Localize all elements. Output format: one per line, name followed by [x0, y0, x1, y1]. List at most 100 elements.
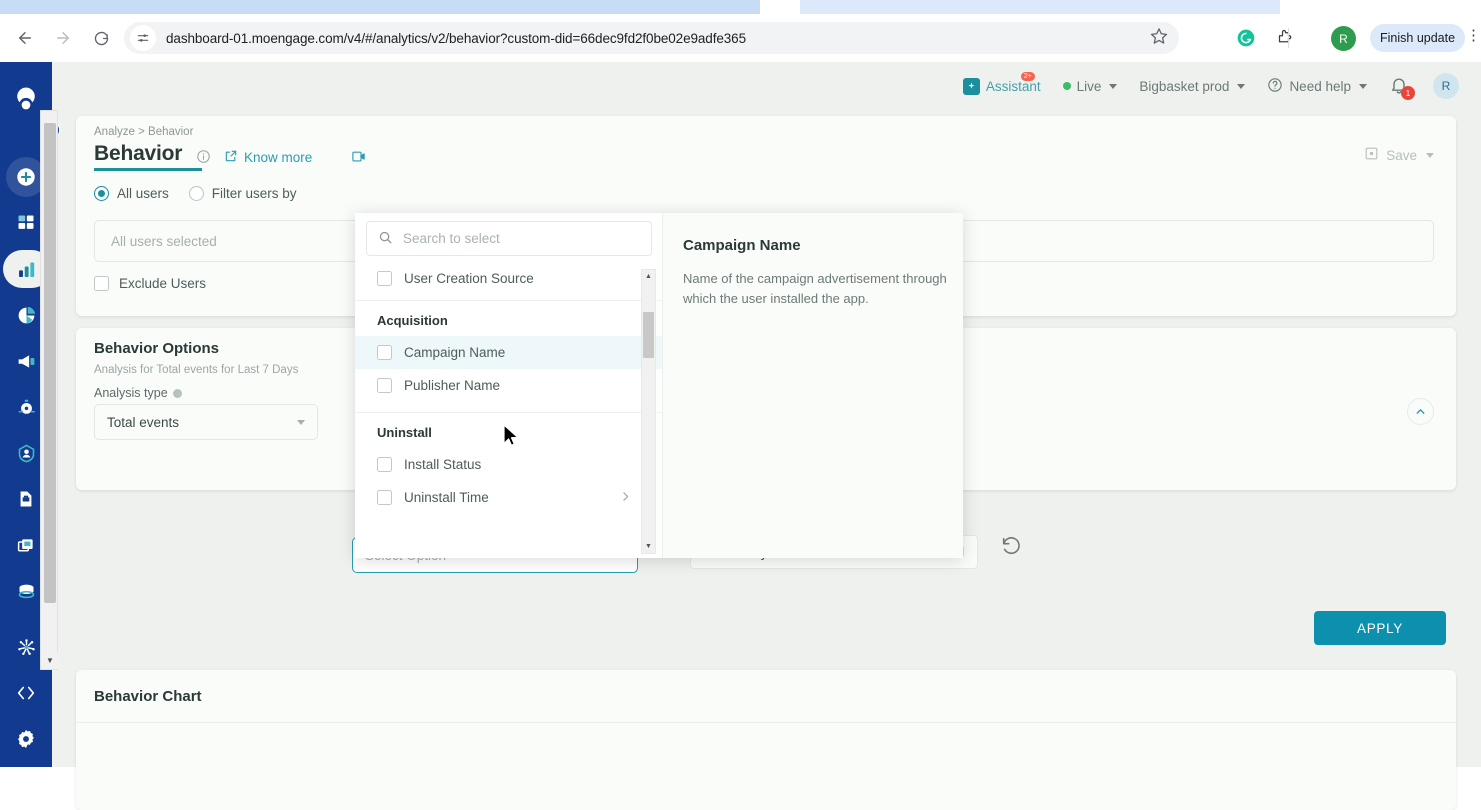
radio-indicator-icon	[188, 186, 204, 201]
list-item[interactable]: Install Status	[355, 448, 662, 481]
active-tab[interactable]	[800, 0, 1280, 14]
radio-indicator-selected-icon	[94, 186, 109, 201]
list-item[interactable]: User Creation Source	[355, 262, 662, 295]
option-label: Uninstall Time	[404, 490, 489, 505]
attribute-select-dropdown: Search to select User Creation Source Ac…	[355, 213, 963, 558]
collapse-options-button[interactable]	[1407, 398, 1434, 425]
option-label: Campaign Name	[404, 345, 506, 360]
apply-button[interactable]: APPLY	[1314, 611, 1446, 645]
live-status-dot-icon	[1062, 82, 1071, 90]
main-content: Analyze > Behavior Behavior Know more Sa…	[62, 110, 1481, 810]
assistant-badge: 2+	[1020, 71, 1035, 81]
chevron-down-icon	[297, 419, 305, 425]
browser-profile-avatar[interactable]: R	[1331, 26, 1356, 51]
help-circle-icon	[1267, 77, 1283, 96]
save-label: Save	[1386, 147, 1417, 163]
finish-update-button[interactable]: Finish update	[1370, 24, 1466, 52]
list-item[interactable]: Uninstall Time	[355, 481, 662, 514]
checkbox-icon[interactable]	[377, 271, 392, 286]
grammarly-extension-icon[interactable]	[1234, 26, 1258, 50]
search-icon	[378, 230, 393, 248]
workspace-label: Bigbasket prod	[1139, 78, 1230, 94]
assistant-label: Assistant	[985, 78, 1041, 94]
radio-filter-users-by[interactable]: Filter users by	[188, 186, 297, 201]
detail-title: Campaign Name	[683, 237, 801, 254]
list-item[interactable]: Campaign Name	[355, 336, 662, 369]
notifications-button[interactable]: 1	[1389, 75, 1415, 100]
audience-radio-group: All users Filter users by	[94, 186, 297, 201]
assistant-button[interactable]: Assistant 2+	[962, 71, 1041, 95]
exclude-users-label: Exclude Users	[119, 276, 207, 291]
dropdown-scrollbar[interactable]: ▲ ▼	[641, 269, 656, 554]
analysis-type-value: Total events	[107, 414, 180, 430]
need-help-menu[interactable]: Need help	[1267, 77, 1367, 96]
user-avatar[interactable]: R	[1433, 73, 1459, 99]
chrome-menu-icon[interactable]: ⋮	[1466, 28, 1481, 43]
scroll-down-arrow-icon[interactable]: ▼	[41, 652, 59, 669]
checkbox-icon[interactable]	[377, 378, 392, 393]
app-top-header: Assistant 2+ Live Bigbasket prod Need he…	[52, 62, 1481, 110]
option-label: Install Status	[404, 457, 482, 472]
live-mode-selector[interactable]: Live	[1062, 79, 1118, 94]
know-more-label: Know more	[244, 150, 313, 165]
list-item[interactable]: Publisher Name	[355, 369, 662, 402]
exclude-users-checkbox[interactable]: Exclude Users	[94, 276, 206, 291]
toolbar-divider	[1288, 28, 1289, 48]
chevron-down-icon	[1237, 83, 1246, 89]
analysis-type-label: Analysis type	[94, 386, 182, 400]
page-scrollbar[interactable]: ▼	[40, 110, 59, 670]
assistant-icon	[962, 77, 980, 95]
workspace-selector[interactable]: Bigbasket prod	[1139, 78, 1246, 94]
dropdown-detail-panel: Campaign Name Name of the campaign adver…	[662, 213, 963, 558]
scroll-up-arrow-icon[interactable]: ▲	[642, 270, 655, 283]
refresh-icon[interactable]	[1000, 535, 1026, 561]
need-help-label: Need help	[1289, 78, 1351, 94]
page-scrollbar-thumb[interactable]	[44, 123, 56, 603]
checkbox-icon	[94, 276, 109, 291]
notification-badge: 1	[1401, 86, 1415, 100]
sidebar-item-developer[interactable]	[5, 672, 47, 714]
address-bar[interactable]: dashboard-01.moengage.com/v4/#/analytics…	[124, 22, 1179, 54]
radio-filter-users-label: Filter users by	[211, 186, 297, 201]
site-settings-icon[interactable]	[130, 25, 156, 51]
behavior-options-title: Behavior Options	[94, 340, 220, 357]
chevron-right-icon[interactable]	[619, 490, 632, 506]
info-icon[interactable]	[196, 149, 211, 169]
dropdown-scrollbar-thumb[interactable]	[643, 312, 654, 358]
radio-all-users[interactable]: All users	[94, 186, 169, 201]
scroll-down-arrow-icon[interactable]: ▼	[642, 540, 655, 553]
reload-icon[interactable]	[84, 21, 118, 55]
option-group-header: Uninstall	[377, 425, 432, 440]
chevron-down-icon	[1359, 83, 1367, 89]
browser-tab-strip	[0, 0, 1481, 14]
checkbox-icon[interactable]	[377, 490, 392, 505]
dropdown-search-field[interactable]: Search to select	[366, 221, 652, 256]
option-label: Publisher Name	[404, 378, 501, 393]
extensions-puzzle-icon[interactable]	[1272, 26, 1296, 50]
star-icon[interactable]	[1150, 27, 1168, 50]
sidebar-item-settings[interactable]	[5, 718, 47, 760]
dropdown-option-list[interactable]: User Creation Source Acquisition Campaig…	[355, 262, 662, 558]
breadcrumb[interactable]: Analyze > Behavior	[94, 126, 193, 138]
info-dot-icon[interactable]	[172, 388, 182, 398]
section-divider	[76, 722, 1456, 723]
analysis-type-select[interactable]: Total events	[94, 404, 318, 440]
radio-all-users-label: All users	[117, 186, 169, 201]
watch-video-icon[interactable]	[351, 149, 366, 169]
chevron-down-icon	[1109, 83, 1118, 89]
moengage-logo-icon[interactable]	[10, 82, 42, 114]
forward-arrow-icon[interactable]	[46, 21, 80, 55]
save-disk-icon	[1364, 146, 1379, 164]
checkbox-icon[interactable]	[377, 345, 392, 360]
back-arrow-icon[interactable]	[8, 21, 42, 55]
page-title: Behavior	[94, 142, 183, 165]
url-text: dashboard-01.moengage.com/v4/#/analytics…	[166, 30, 746, 46]
know-more-link[interactable]: Know more	[224, 149, 312, 166]
checkbox-icon[interactable]	[377, 457, 392, 472]
background-tab[interactable]	[0, 0, 760, 14]
behavior-chart-card: Behavior Chart	[76, 670, 1456, 810]
save-button[interactable]: Save	[1364, 146, 1434, 164]
application-root: › ▼ Assistant 2+ Live Bigbasket prod Ne	[0, 62, 1481, 810]
dropdown-options-panel: Search to select User Creation Source Ac…	[355, 213, 662, 558]
option-group-header: Acquisition	[377, 313, 448, 328]
